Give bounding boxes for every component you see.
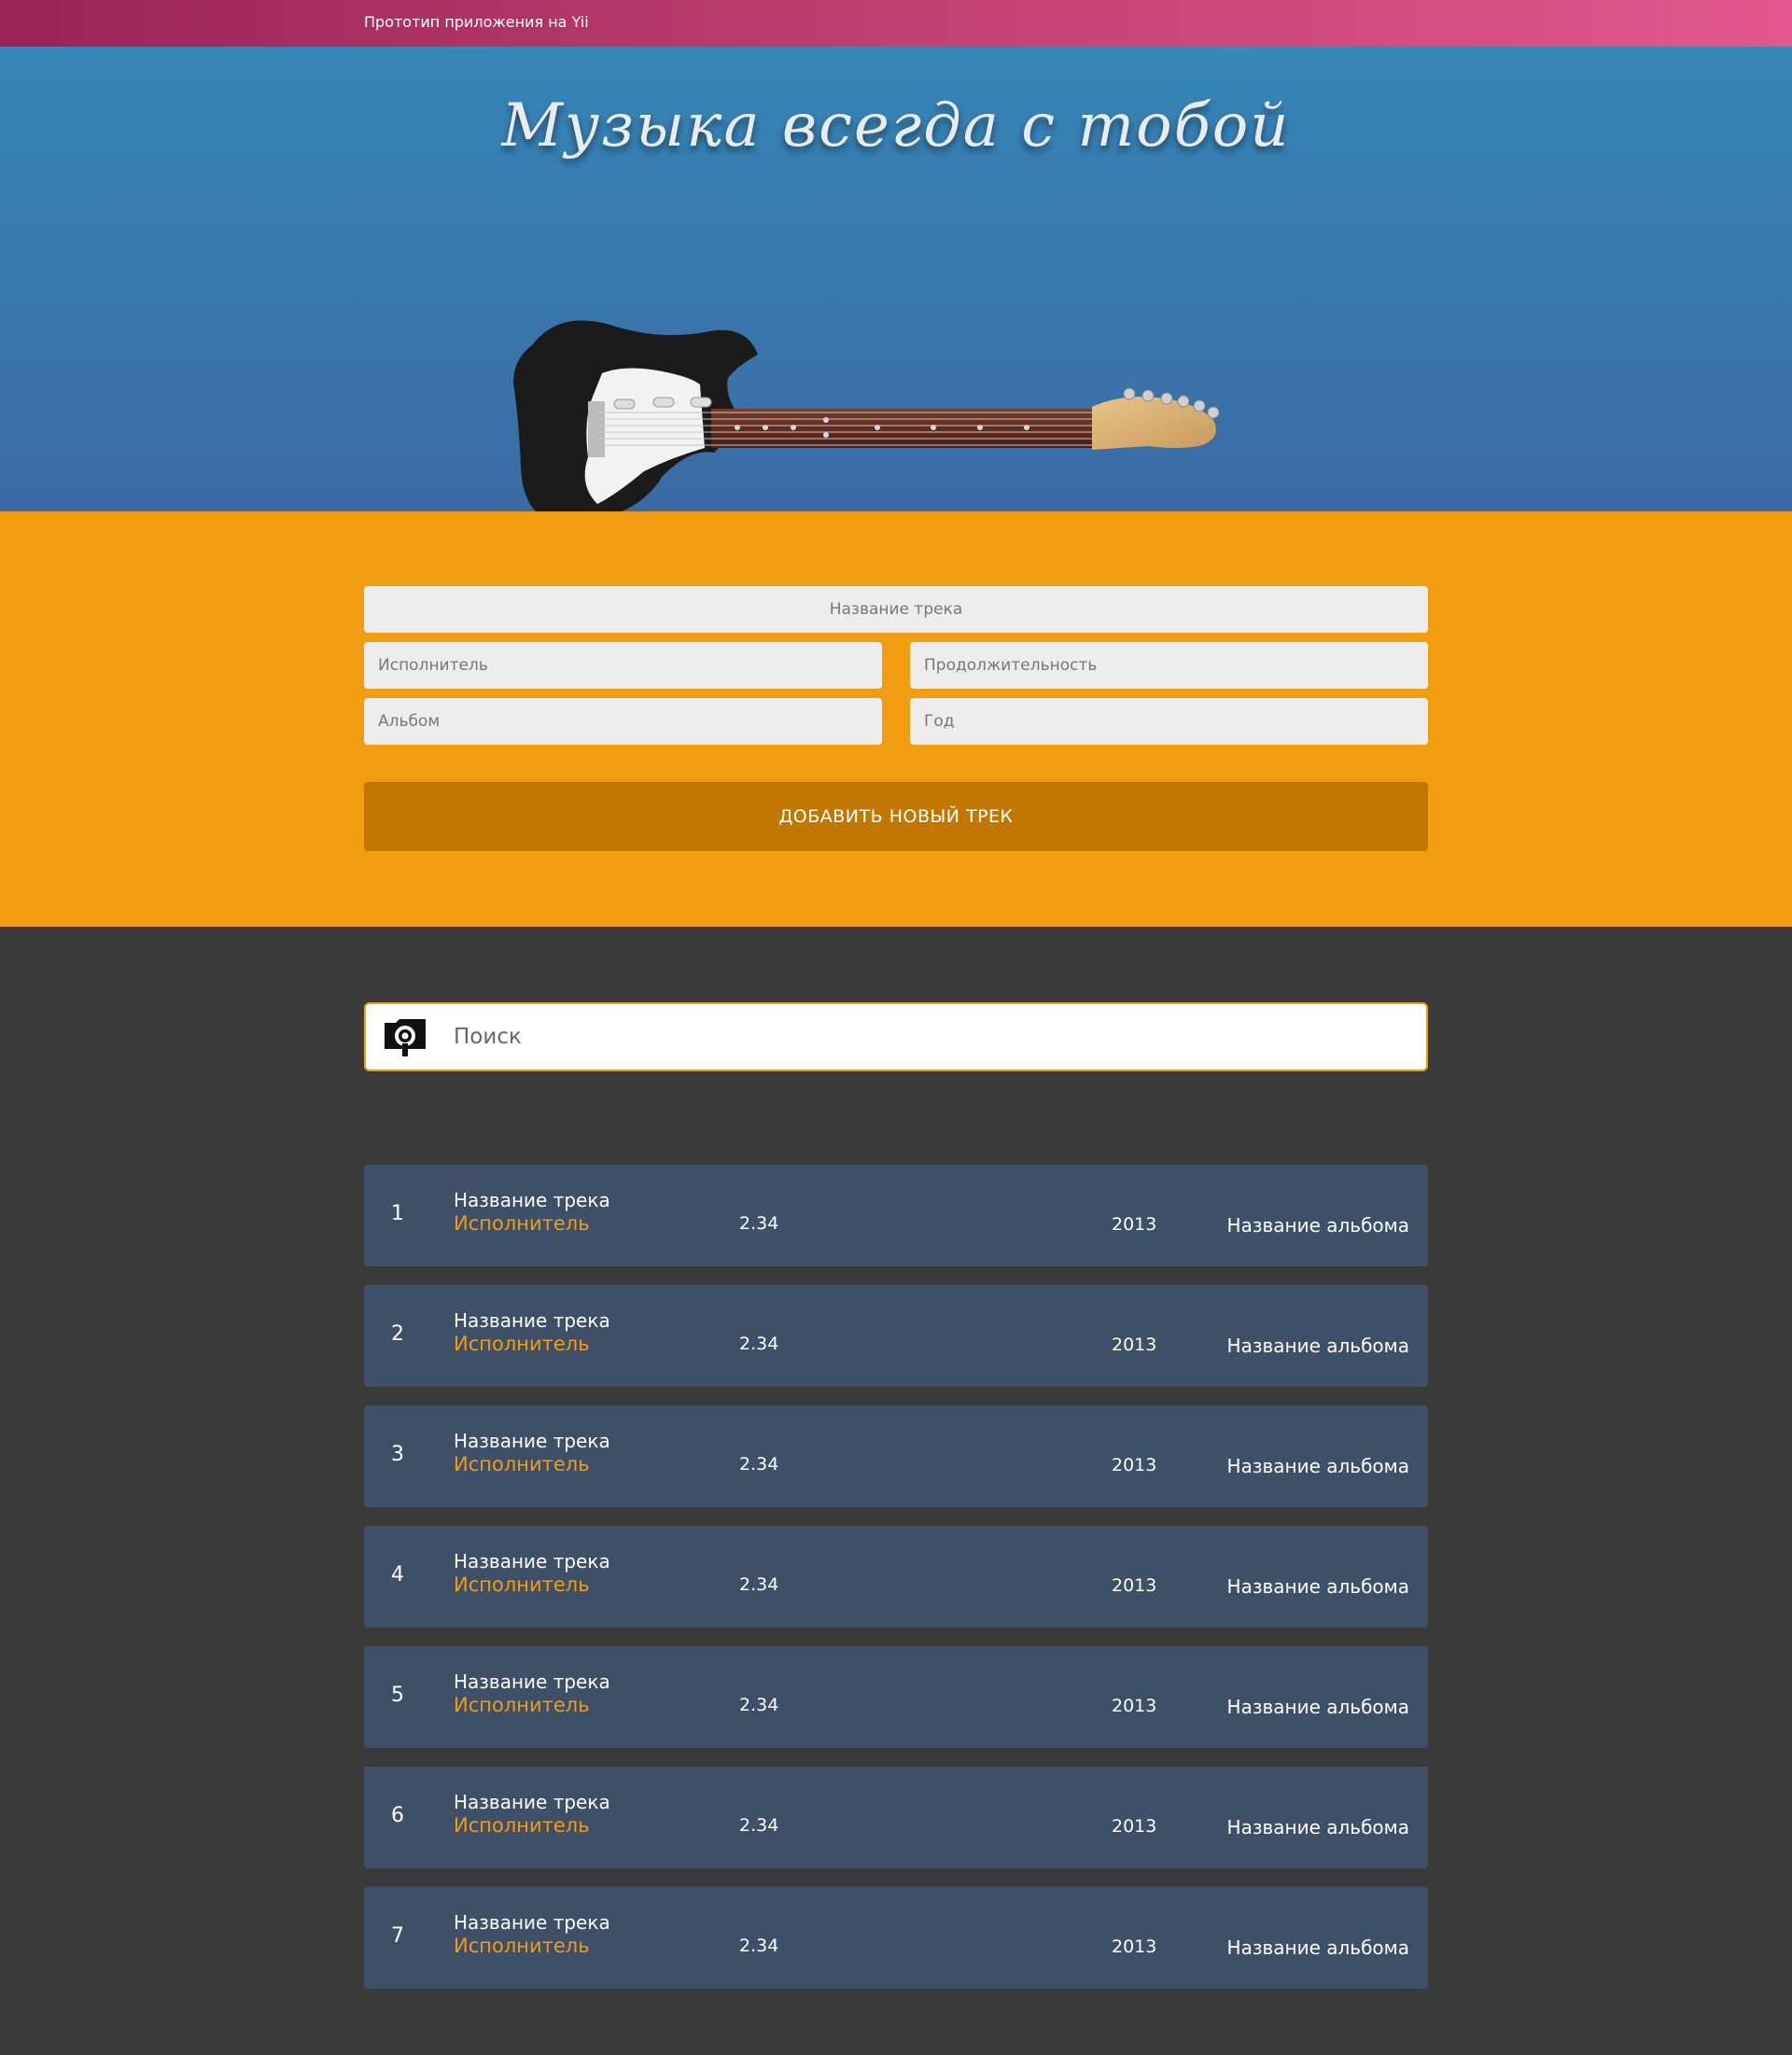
track-title: Название трека: [454, 1189, 610, 1211]
track-title: Название трека: [454, 1430, 610, 1452]
track-duration: 2.34: [739, 1454, 779, 1475]
track-album: Название альбома: [1226, 1696, 1409, 1718]
track-duration: 2.34: [739, 1213, 779, 1234]
track-duration: 2.34: [739, 1574, 779, 1595]
add-track-button[interactable]: ДОБАВИТЬ НОВЫЙ ТРЕК: [364, 782, 1428, 851]
track-number: 1: [391, 1202, 404, 1225]
track-row[interactable]: 2 Название трека Исполнитель 2.34 2013 Н…: [364, 1285, 1428, 1387]
track-row[interactable]: 1 Название трека Исполнитель 2.34 2013 Н…: [364, 1165, 1428, 1266]
search-icon: [385, 1019, 426, 1056]
track-artist[interactable]: Исполнитель: [454, 1694, 590, 1716]
search-input[interactable]: [454, 1015, 1406, 1058]
hero-title: Музыка всегда с тобой: [501, 91, 1291, 161]
track-number: 4: [391, 1563, 404, 1587]
track-album: Название альбома: [1226, 1575, 1409, 1598]
track-duration: 2.34: [739, 1815, 779, 1836]
search-box[interactable]: [364, 1002, 1428, 1071]
track-year: 2013: [1112, 1936, 1157, 1957]
track-artist[interactable]: Исполнитель: [454, 1453, 590, 1475]
track-artist[interactable]: Исполнитель: [454, 1573, 590, 1596]
guitar-image: [513, 320, 1220, 511]
track-album: Название альбома: [1226, 1816, 1409, 1838]
track-year: 2013: [1112, 1575, 1157, 1596]
track-year: 2013: [1112, 1335, 1157, 1355]
top-bar: Прототип приложения на Yii: [0, 0, 1792, 47]
track-artist[interactable]: Исполнитель: [454, 1935, 590, 1957]
track-artist[interactable]: Исполнитель: [454, 1212, 590, 1235]
track-title: Название трека: [454, 1791, 610, 1813]
track-row[interactable]: 4 Название трека Исполнитель 2.34 2013 Н…: [364, 1526, 1428, 1628]
track-year: 2013: [1112, 1696, 1157, 1716]
track-number: 3: [391, 1443, 404, 1466]
track-list-section: 1 Название трека Исполнитель 2.34 2013 Н…: [0, 927, 1792, 2055]
hero-banner: Музыка всегда с тобой: [0, 47, 1792, 511]
track-number: 6: [391, 1804, 404, 1827]
track-number: 5: [391, 1684, 404, 1707]
track-name-input[interactable]: [364, 586, 1428, 633]
track-title: Название трека: [454, 1309, 610, 1332]
year-input[interactable]: [910, 698, 1428, 745]
track-title: Название трека: [454, 1550, 610, 1573]
track-year: 2013: [1112, 1214, 1157, 1235]
track-album: Название альбома: [1226, 1455, 1409, 1477]
track-title: Название трека: [454, 1671, 610, 1693]
track-duration: 2.34: [739, 1695, 779, 1715]
track-duration: 2.34: [739, 1936, 779, 1956]
track-title: Название трека: [454, 1911, 610, 1934]
album-input[interactable]: [364, 698, 882, 745]
track-album: Название альбома: [1226, 1936, 1409, 1959]
duration-input[interactable]: [910, 642, 1428, 689]
track-artist[interactable]: Исполнитель: [454, 1814, 590, 1837]
track-duration: 2.34: [739, 1334, 779, 1354]
add-track-form: ДОБАВИТЬ НОВЫЙ ТРЕК: [0, 511, 1792, 927]
brand-link[interactable]: Прототип приложения на Yii: [364, 13, 589, 31]
track-year: 2013: [1112, 1455, 1157, 1475]
track-year: 2013: [1112, 1816, 1157, 1837]
track-row[interactable]: 6 Название трека Исполнитель 2.34 2013 Н…: [364, 1767, 1428, 1868]
track-list: 1 Название трека Исполнитель 2.34 2013 Н…: [364, 1165, 1428, 2007]
track-number: 2: [391, 1322, 404, 1346]
track-row[interactable]: 7 Название трека Исполнитель 2.34 2013 Н…: [364, 1887, 1428, 1989]
artist-input[interactable]: [364, 642, 882, 689]
track-number: 7: [391, 1924, 404, 1948]
track-album: Название альбома: [1226, 1214, 1409, 1237]
track-row[interactable]: 3 Название трека Исполнитель 2.34 2013 Н…: [364, 1405, 1428, 1507]
track-album: Название альбома: [1226, 1335, 1409, 1357]
track-artist[interactable]: Исполнитель: [454, 1333, 590, 1355]
track-row[interactable]: 5 Название трека Исполнитель 2.34 2013 Н…: [364, 1646, 1428, 1748]
